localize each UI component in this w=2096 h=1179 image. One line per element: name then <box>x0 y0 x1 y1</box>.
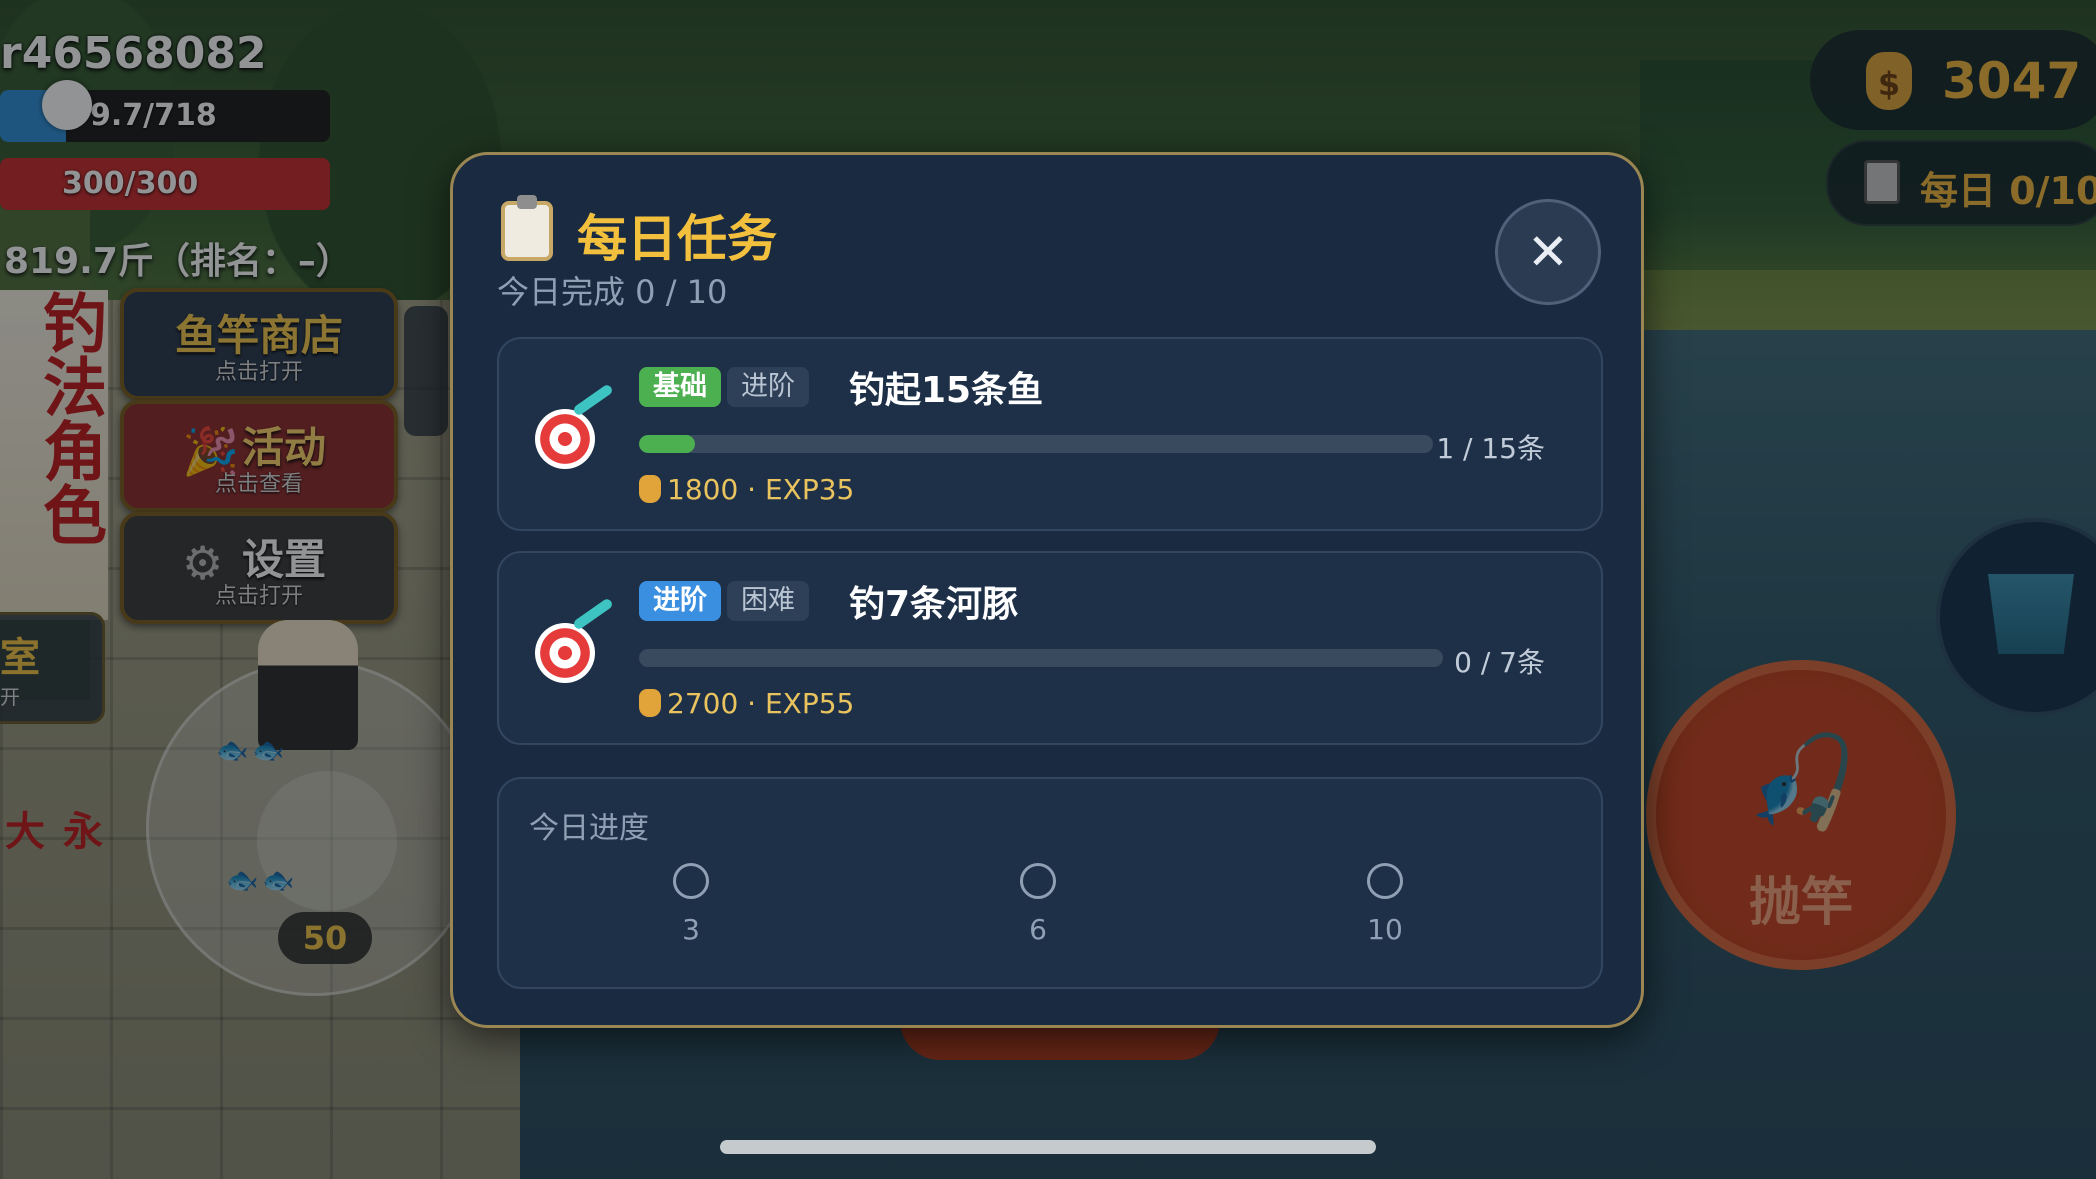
task-tag-primary: 进阶 <box>639 581 721 621</box>
clipboard-icon <box>501 195 553 261</box>
milestone-reward[interactable]: 6 <box>998 863 1078 946</box>
target-icon <box>535 409 595 469</box>
milestone-number: 10 <box>1367 913 1403 946</box>
close-button[interactable]: ✕ <box>1495 199 1601 305</box>
milestone-reward[interactable]: 3 <box>651 863 731 946</box>
daily-progress-label: 今日进度 <box>529 811 649 846</box>
task-reward: 2700 · EXP55 <box>639 687 854 720</box>
dart-icon <box>572 383 614 417</box>
home-indicator[interactable] <box>720 1140 1376 1154</box>
task-tag-primary: 基础 <box>639 367 721 407</box>
modal-subtitle: 今日完成 0 / 10 <box>497 273 728 311</box>
target-icon <box>535 623 595 683</box>
daily-progress-panel: 今日进度 3 6 10 <box>497 777 1603 989</box>
task-progress-bar <box>639 435 1433 453</box>
milestone-reward[interactable]: 10 <box>1345 863 1425 946</box>
task-tag-secondary: 困难 <box>727 581 809 621</box>
daily-tasks-modal: 每日任务 今日完成 0 / 10 ✕ 基础 进阶 钓起15条鱼 1 / 15条 … <box>450 152 1644 1028</box>
close-icon: ✕ <box>1527 223 1569 281</box>
task-reward: 1800 · EXP35 <box>639 473 854 506</box>
task-progress-text: 0 / 7条 <box>1454 646 1545 679</box>
milestone-number: 3 <box>682 913 700 946</box>
task-progress-bar <box>639 649 1443 667</box>
milestone-ring-icon <box>673 863 709 899</box>
task-name: 钓起15条鱼 <box>849 370 1044 411</box>
milestone-number: 6 <box>1029 913 1047 946</box>
task-card: 进阶 困难 钓7条河豚 0 / 7条 2700 · EXP55 <box>497 551 1603 745</box>
money-bag-icon <box>639 475 661 503</box>
milestone-ring-icon <box>1367 863 1403 899</box>
milestone-ring-icon <box>1020 863 1056 899</box>
task-name: 钓7条河豚 <box>849 584 1019 625</box>
task-reward-text: 1800 · EXP35 <box>667 473 855 506</box>
modal-title: 每日任务 <box>577 210 777 268</box>
money-bag-icon <box>639 689 661 717</box>
task-progress-fill <box>639 435 695 453</box>
task-progress-text: 1 / 15条 <box>1436 432 1545 465</box>
task-card: 基础 进阶 钓起15条鱼 1 / 15条 1800 · EXP35 <box>497 337 1603 531</box>
task-tag-secondary: 进阶 <box>727 367 809 407</box>
dart-icon <box>572 597 614 631</box>
task-reward-text: 2700 · EXP55 <box>667 687 855 720</box>
